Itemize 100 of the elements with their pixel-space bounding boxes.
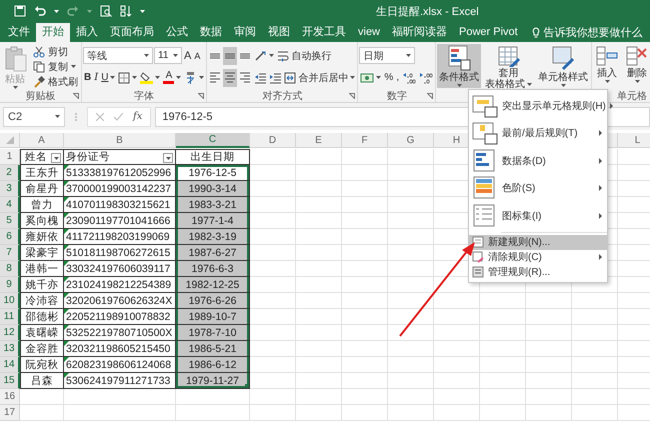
- error-indicator-icon: [64, 373, 69, 378]
- empty-cell: [526, 357, 572, 373]
- menu-item[interactable]: 色阶(S): [469, 174, 607, 202]
- ribbon-tab[interactable]: 开始: [36, 23, 70, 42]
- caret-icon: [55, 115, 60, 118]
- menu-item[interactable]: 清除规则(C): [469, 250, 607, 264]
- column-header[interactable]: F: [342, 133, 388, 148]
- column-header[interactable]: E: [296, 133, 342, 148]
- manage-rules-icon: [472, 266, 484, 278]
- row-header[interactable]: 16: [0, 389, 20, 405]
- ribbon-tab[interactable]: 数据: [194, 23, 228, 42]
- percent-button[interactable]: %: [383, 68, 394, 86]
- italic-button[interactable]: I: [93, 68, 100, 86]
- ribbon-tab[interactable]: view: [352, 23, 386, 42]
- ribbon-tab[interactable]: 视图: [262, 23, 296, 42]
- row-header[interactable]: 4: [0, 197, 20, 213]
- empty-cell: [526, 405, 572, 421]
- tell-me-search[interactable]: 告诉我你想要做什么: [544, 25, 643, 40]
- caret-icon: [350, 76, 356, 79]
- empty-cell: [296, 149, 342, 165]
- row-header[interactable]: 8: [0, 261, 20, 277]
- align-left-icon: [209, 72, 222, 83]
- ribbon-tab[interactable]: Power Pivot: [453, 23, 524, 42]
- menu-item[interactable]: 管理规则(R)...: [469, 264, 607, 280]
- empty-cell: [526, 325, 572, 341]
- copy-button[interactable]: 复制: [31, 60, 80, 73]
- cond-format-button[interactable]: 条件格式: [437, 44, 482, 88]
- ribbon-tab[interactable]: 开发工具: [296, 23, 352, 42]
- row-header[interactable]: 10: [0, 293, 20, 309]
- caret-icon: [140, 10, 145, 12]
- empty-cell: [342, 373, 388, 389]
- cell-styles-button[interactable]: 单元格样式: [536, 44, 590, 88]
- ribbon-tab[interactable]: 福昕阅读器: [386, 23, 454, 42]
- row-header[interactable]: 1: [0, 149, 20, 165]
- table-cell: 1987-6-27: [176, 245, 250, 261]
- table-cell: 1983-3-21: [176, 197, 250, 213]
- column-header[interactable]: A: [20, 133, 64, 148]
- empty-cell: [388, 325, 434, 341]
- group-label: 对齐方式: [262, 90, 302, 102]
- row-header[interactable]: 6: [0, 229, 20, 245]
- wrap-button[interactable]: 自动换行: [276, 46, 332, 64]
- ribbon-tab[interactable]: 文件: [2, 23, 36, 42]
- caret-icon: [560, 84, 566, 87]
- row-header[interactable]: 17: [0, 405, 20, 421]
- shrink-button[interactable]: A: [193, 46, 202, 64]
- row-header[interactable]: 12: [0, 325, 20, 341]
- menu-item[interactable]: 数据条(D): [469, 147, 607, 174]
- name-box[interactable]: C2: [3, 106, 65, 126]
- empty-cell: [296, 373, 342, 389]
- row-header[interactable]: 7: [0, 245, 20, 261]
- fill-handle[interactable]: [245, 384, 249, 388]
- ribbon-tab[interactable]: 审阅: [228, 23, 262, 42]
- row-header[interactable]: 2: [0, 165, 20, 181]
- align-middle-button[interactable]: [223, 46, 238, 64]
- empty-cell: [250, 405, 296, 421]
- format-field[interactable]: 日期: [359, 47, 416, 64]
- column-header[interactable]: L: [618, 133, 650, 148]
- table-format-button[interactable]: 套用 表格格式: [483, 44, 534, 88]
- menu-item[interactable]: 新建规则(N)...: [469, 234, 607, 250]
- column-header[interactable]: B: [64, 133, 176, 148]
- grow-button[interactable]: A: [183, 46, 192, 64]
- row-header[interactable]: 3: [0, 181, 20, 197]
- empty-cell: [388, 309, 434, 325]
- delete-button[interactable]: 删除: [623, 44, 650, 88]
- menu-item[interactable]: 图标集(I): [469, 202, 607, 230]
- caret-icon: [166, 156, 170, 160]
- insert-button[interactable]: 插入: [593, 44, 622, 88]
- underline-button[interactable]: U: [100, 68, 116, 86]
- brush-button[interactable]: 格式刷: [31, 75, 80, 88]
- ribbon-tab[interactable]: 插入: [70, 23, 104, 42]
- ribbon-tab[interactable]: 公式: [160, 23, 194, 42]
- column-header[interactable]: G: [388, 133, 434, 148]
- cut-button[interactable]: 剪切: [31, 45, 80, 58]
- row-header[interactable]: 9: [0, 277, 20, 293]
- caret-icon: [456, 84, 462, 87]
- empty-cell: [434, 405, 480, 421]
- row-header[interactable]: 14: [0, 357, 20, 373]
- group-label: 单元格: [617, 90, 648, 102]
- filter-dropdown-button[interactable]: [51, 153, 61, 163]
- align-center-button[interactable]: [223, 68, 238, 86]
- table-cell: 1978-7-10: [176, 325, 250, 341]
- column-header[interactable]: D: [250, 133, 296, 148]
- row-header[interactable]: 15: [0, 373, 20, 389]
- caret-icon: [54, 156, 58, 160]
- merge-button[interactable]: 合并后居中: [283, 68, 356, 86]
- row-header[interactable]: 13: [0, 341, 20, 357]
- font-name-field[interactable]: 等线: [83, 47, 153, 64]
- column-header[interactable]: C: [176, 133, 250, 148]
- row-header[interactable]: 11: [0, 309, 20, 325]
- ribbon-tab[interactable]: 页面布局: [104, 23, 160, 42]
- font-color-button[interactable]: A: [162, 68, 182, 86]
- comma-button[interactable]: ,: [395, 68, 400, 86]
- insert-function-button[interactable]: fx: [133, 111, 142, 122]
- copy-icon: [33, 60, 45, 72]
- bold-button[interactable]: B: [83, 68, 92, 86]
- font-size-field[interactable]: 11: [154, 47, 182, 64]
- row-header[interactable]: 5: [0, 213, 20, 229]
- paintbrush-icon: [33, 76, 45, 88]
- empty-cell: [480, 325, 526, 341]
- filter-dropdown-button[interactable]: [163, 153, 173, 163]
